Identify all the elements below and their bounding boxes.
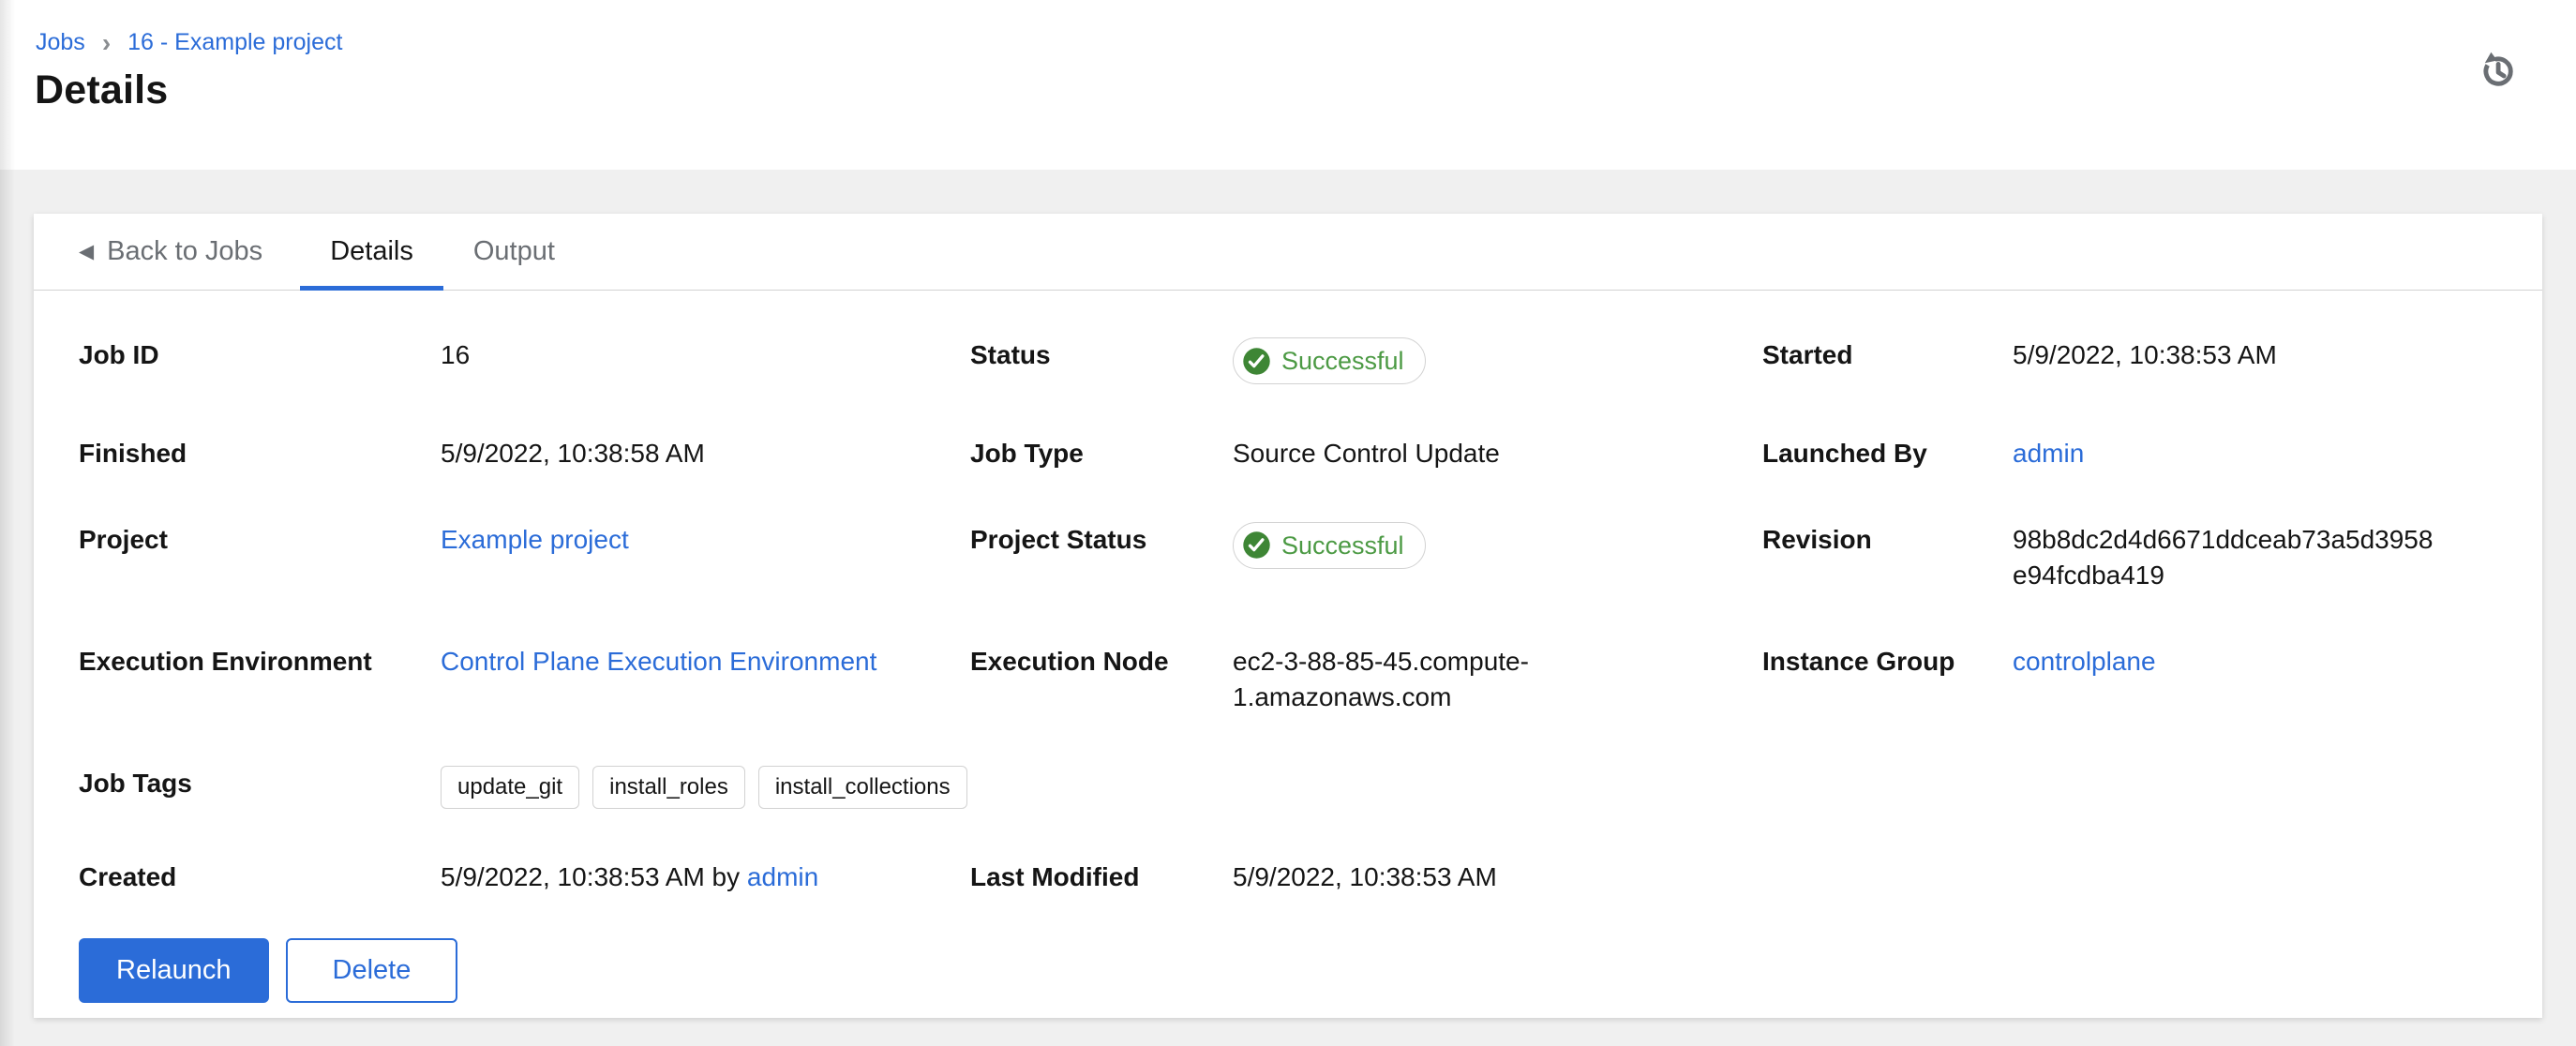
tab-output[interactable]: Output: [443, 214, 585, 290]
started-label: Started: [1762, 337, 2013, 373]
created-by-link[interactable]: admin: [747, 862, 818, 891]
page-header: Jobs › 16 - Example project Details: [0, 0, 2576, 170]
relaunch-button[interactable]: Relaunch: [79, 938, 269, 1003]
project-label: Project: [79, 522, 441, 558]
last-modified-value: 5/9/2022, 10:38:53 AM: [1233, 859, 1762, 895]
tab-details[interactable]: Details: [300, 214, 443, 290]
project-status-badge-label: Successful: [1281, 528, 1404, 563]
execution-node-label: Execution Node: [970, 644, 1233, 680]
breadcrumb-link-jobs[interactable]: Jobs: [36, 29, 85, 56]
details-card: ◀ Back to Jobs Details Output Job ID 16 …: [34, 214, 2542, 1018]
job-tags-label: Job Tags: [79, 766, 441, 801]
job-id-value: 16: [441, 337, 970, 373]
back-to-jobs-label: Back to Jobs: [107, 236, 262, 267]
launched-by-label: Launched By: [1762, 436, 2013, 471]
details-list: Job ID 16 Status Successful Started 5/9/…: [79, 337, 2490, 895]
job-type-value: Source Control Update: [1233, 436, 1762, 471]
history-button[interactable]: [2473, 47, 2522, 96]
page-title: Details: [35, 67, 168, 113]
job-type-label: Job Type: [970, 436, 1233, 471]
job-tag-chip: update_git: [441, 766, 579, 809]
status-badge: Successful: [1233, 337, 1426, 384]
job-tag-chip: install_roles: [592, 766, 745, 809]
revision-value: 98b8dc2d4d6671ddceab73a5d3958e94fcdba419: [2013, 522, 2490, 593]
status-badge-label: Successful: [1281, 343, 1404, 379]
chevron-right-icon: ›: [102, 28, 111, 56]
instance-group-label: Instance Group: [1762, 644, 2013, 680]
project-link[interactable]: Example project: [441, 525, 629, 554]
job-tags-list: update_git install_roles install_collect…: [441, 766, 2490, 809]
job-details-page: Jobs › 16 - Example project Details ◀ Ba…: [0, 0, 2576, 1046]
check-circle-icon: [1242, 347, 1271, 376]
launched-by-link[interactable]: admin: [2013, 439, 2084, 468]
project-status-label: Project Status: [970, 522, 1233, 558]
revision-label: Revision: [1762, 522, 2013, 558]
status-label: Status: [970, 337, 1233, 373]
project-status-badge: Successful: [1233, 522, 1426, 569]
check-circle-icon: [1242, 530, 1271, 560]
execution-environment-link[interactable]: Control Plane Execution Environment: [441, 647, 876, 676]
caret-left-icon: ◀: [79, 242, 94, 262]
job-id-label: Job ID: [79, 337, 441, 373]
history-icon: [2477, 50, 2518, 94]
finished-label: Finished: [79, 436, 441, 471]
finished-value: 5/9/2022, 10:38:58 AM: [441, 436, 970, 471]
created-datetime: 5/9/2022, 10:38:53 AM by: [441, 862, 747, 891]
created-label: Created: [79, 859, 441, 895]
execution-environment-label: Execution Environment: [79, 644, 441, 680]
job-tag-chip: install_collections: [758, 766, 967, 809]
started-value: 5/9/2022, 10:38:53 AM: [2013, 337, 2490, 373]
breadcrumb-link-job[interactable]: 16 - Example project: [127, 29, 342, 56]
tab-bar: ◀ Back to Jobs Details Output: [34, 214, 2542, 291]
created-value: 5/9/2022, 10:38:53 AM by admin: [441, 859, 970, 895]
last-modified-label: Last Modified: [970, 859, 1233, 895]
action-buttons: Relaunch Delete: [79, 938, 2542, 1003]
instance-group-link[interactable]: controlplane: [2013, 647, 2156, 676]
delete-button[interactable]: Delete: [286, 938, 458, 1003]
back-to-jobs-tab[interactable]: ◀ Back to Jobs: [79, 214, 300, 290]
sidebar-edge-shadow: [0, 0, 15, 1046]
execution-node-value: ec2-3-88-85-45.compute-1.amazonaws.com: [1233, 644, 1762, 715]
breadcrumb: Jobs › 16 - Example project: [36, 28, 342, 56]
